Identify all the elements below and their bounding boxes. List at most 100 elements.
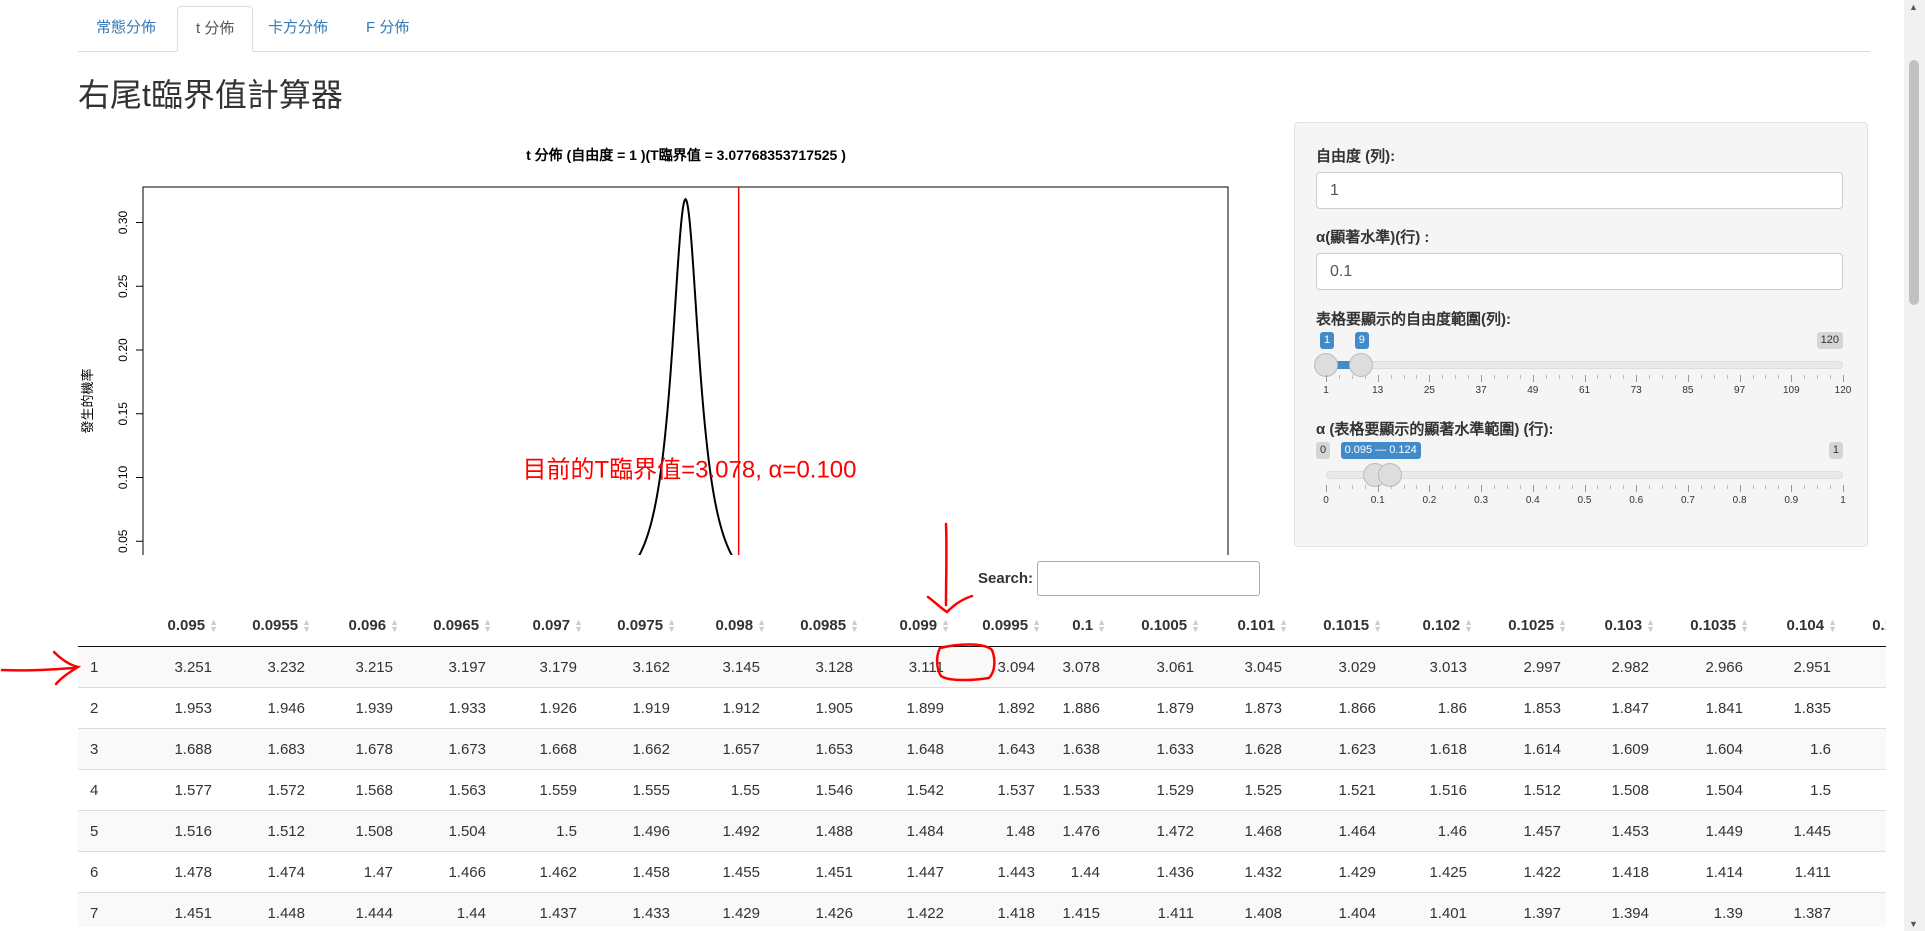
sort-icon[interactable]: ▲ ▼ [850, 617, 859, 633]
df-input[interactable]: 1 [1316, 172, 1843, 209]
scroll-down-icon[interactable]: ▼ [1909, 919, 1918, 929]
table-cell: 1.472 [1110, 810, 1204, 852]
table-row[interactable]: 5 1.516 1.512 1.508 1.504 1.5 1.496 1.492 1.488 1… [78, 810, 1886, 852]
column-header[interactable]: 0.101 ▲ ▼ [1204, 604, 1292, 647]
alpha-input[interactable]: 0.1 [1316, 253, 1843, 290]
column-header[interactable]: 0.103 ▲ ▼ [1571, 604, 1659, 647]
slider-handle-to[interactable] [1378, 463, 1403, 487]
table-cell: 1.529 [1110, 769, 1204, 811]
sort-icon[interactable]: ▲ ▼ [1828, 617, 1837, 633]
scroll-up-icon[interactable]: ▲ [1909, 2, 1918, 12]
slider-tick [1687, 485, 1689, 492]
y-tick-label: 0.10 [116, 465, 130, 489]
sort-icon[interactable]: ▲ ▼ [483, 617, 492, 633]
table-cell: 3.094 [954, 646, 1045, 688]
column-header[interactable]: 0.1045▲▼ [1841, 604, 1886, 647]
table-cell: 1.496 [587, 810, 680, 852]
table-cell: 1.484 [863, 810, 954, 852]
table-row[interactable]: 4 1.577 1.572 1.568 1.563 1.559 1.555 1.55 1.546… [78, 769, 1886, 811]
table-cell: 1.595 [1841, 728, 1886, 770]
column-header[interactable]: 0.104 ▲ ▼ [1753, 604, 1841, 647]
row-header-column [78, 604, 126, 647]
column-header[interactable]: 0.0975 ▲ ▼ [587, 604, 680, 647]
y-tick-label: 0.30 [116, 210, 130, 234]
slider-track[interactable] [1326, 471, 1843, 479]
tab-f-distribution[interactable]: F 分佈 [348, 6, 427, 50]
sort-icon[interactable]: ▲ ▼ [1191, 617, 1200, 633]
sort-icon[interactable]: ▲ ▼ [941, 617, 950, 633]
slider-handle-to[interactable] [1348, 353, 1373, 377]
sort-icon[interactable]: ▲ ▼ [209, 617, 218, 633]
sort-icon[interactable]: ▲ ▼ [757, 617, 766, 633]
table-row[interactable]: 6 1.478 1.474 1.47 1.466 1.462 1.458 1.455 1.451… [78, 851, 1886, 893]
tab-t-distribution[interactable]: t 分佈 [177, 6, 254, 52]
slider-track[interactable] [1326, 361, 1843, 369]
sort-icon[interactable]: ▲ ▼ [390, 617, 399, 633]
sort-icon[interactable]: ▲ ▼ [1279, 617, 1288, 633]
table-cell: 1.468 [1204, 810, 1292, 852]
column-header[interactable]: 0.1035 ▲ ▼ [1659, 604, 1753, 647]
y-tick-label: 0.25 [116, 274, 130, 298]
slider-minor-tick [1623, 375, 1625, 379]
column-header[interactable]: 0.095 ▲ ▼ [126, 604, 222, 647]
column-header-label: 0.0975 [617, 616, 664, 634]
table-cell: 1.953 [126, 687, 222, 729]
slider-minor-tick [1649, 375, 1651, 379]
alpha-range-slider[interactable]: 0 1 0.095 — 0.124 0 0.1 0.2 0.3 0.4 0.5 0.6 0.7… [1316, 442, 1846, 518]
column-header[interactable]: 0.1015 ▲ ▼ [1292, 604, 1386, 647]
table-cell: 1.418 [1571, 851, 1659, 893]
slider-minor-tick [1571, 485, 1573, 489]
sort-icon[interactable]: ▲ ▼ [667, 617, 676, 633]
scrollbar-thumb[interactable] [1909, 60, 1919, 305]
tab-normal[interactable]: 常態分佈 [78, 6, 174, 50]
table-cell: 1.464 [1292, 810, 1386, 852]
column-header[interactable]: 0.096 ▲ ▼ [315, 604, 403, 647]
column-header-label: 0.0995 [982, 616, 1029, 634]
df-range-slider[interactable]: 120 1 9 1 13 25 37 49 61 73 85 97 109 120 [1314, 332, 1851, 408]
table-cell: 1.453 [1571, 810, 1659, 852]
row-df-cell: 6 [78, 851, 126, 893]
table-row[interactable]: 7 1.451 1.448 1.444 1.44 1.437 1.433 1.429 1.426… [78, 892, 1886, 927]
slider-minor-tick [1506, 485, 1508, 489]
column-header[interactable]: 0.0965 ▲ ▼ [403, 604, 496, 647]
slider-minor-tick [1468, 485, 1470, 489]
column-header[interactable]: 0.099 ▲ ▼ [863, 604, 954, 647]
column-header[interactable]: 0.098 ▲ ▼ [680, 604, 770, 647]
search-input[interactable] [1037, 561, 1260, 596]
y-axis: 0.000.050.100.150.200.250.30 [116, 210, 143, 553]
sort-icon[interactable]: ▲ ▼ [1464, 617, 1473, 633]
sort-icon[interactable]: ▲ ▼ [1032, 617, 1041, 633]
table-cell: 1.6 [1753, 728, 1841, 770]
column-header[interactable]: 0.0995 ▲ ▼ [954, 604, 1045, 647]
column-header[interactable]: 0.1 ▲ ▼ [1045, 604, 1110, 647]
column-header[interactable]: 0.102 ▲ ▼ [1386, 604, 1477, 647]
slider-ticks: 1 13 25 37 49 61 73 85 97 109 120 [1323, 375, 1851, 405]
slider-minor-tick [1338, 375, 1340, 379]
sort-icon[interactable]: ▲ ▼ [574, 617, 583, 633]
table-row[interactable]: 3 1.688 1.683 1.678 1.673 1.668 1.662 1.657 1.65… [78, 728, 1886, 770]
slider-tick [1481, 375, 1483, 382]
column-header[interactable]: 0.097 ▲ ▼ [496, 604, 587, 647]
slider-tick [1791, 485, 1793, 492]
sort-icon[interactable]: ▲ ▼ [1097, 617, 1106, 633]
sort-icon[interactable]: ▲ ▼ [1646, 617, 1655, 633]
slider-handle-from[interactable] [1314, 353, 1338, 377]
sort-icon[interactable]: ▲ ▼ [1373, 617, 1382, 633]
column-header[interactable]: 0.0985 ▲ ▼ [770, 604, 863, 647]
table-cell: 1.449 [1659, 810, 1753, 852]
slider-tick-label: 97 [1734, 385, 1746, 396]
column-header[interactable]: 0.1005 ▲ ▼ [1110, 604, 1204, 647]
page-scrollbar[interactable]: ▲ ▼ [1904, 0, 1925, 931]
table-cell: 1.447 [863, 851, 954, 893]
table-cell: 1.873 [1204, 687, 1292, 729]
table-row[interactable]: 2 1.953 1.946 1.939 1.933 1.926 1.919 1.912 1.90… [78, 687, 1886, 729]
sort-icon[interactable]: ▲ ▼ [302, 617, 311, 633]
sort-icon[interactable]: ▲ ▼ [1558, 617, 1567, 633]
table-cell: 1.899 [863, 687, 954, 729]
column-header[interactable]: 0.0955 ▲ ▼ [222, 604, 315, 647]
column-header[interactable]: 0.1025 ▲ ▼ [1477, 604, 1571, 647]
table-row[interactable]: 1 3.251 3.232 3.215 3.197 3.179 3.162 3.145 3.12… [78, 646, 1886, 688]
slider-tick-label: 1 [1323, 385, 1329, 396]
tab-chi-square[interactable]: 卡方分佈 [250, 6, 346, 50]
sort-icon[interactable]: ▲ ▼ [1740, 617, 1749, 633]
